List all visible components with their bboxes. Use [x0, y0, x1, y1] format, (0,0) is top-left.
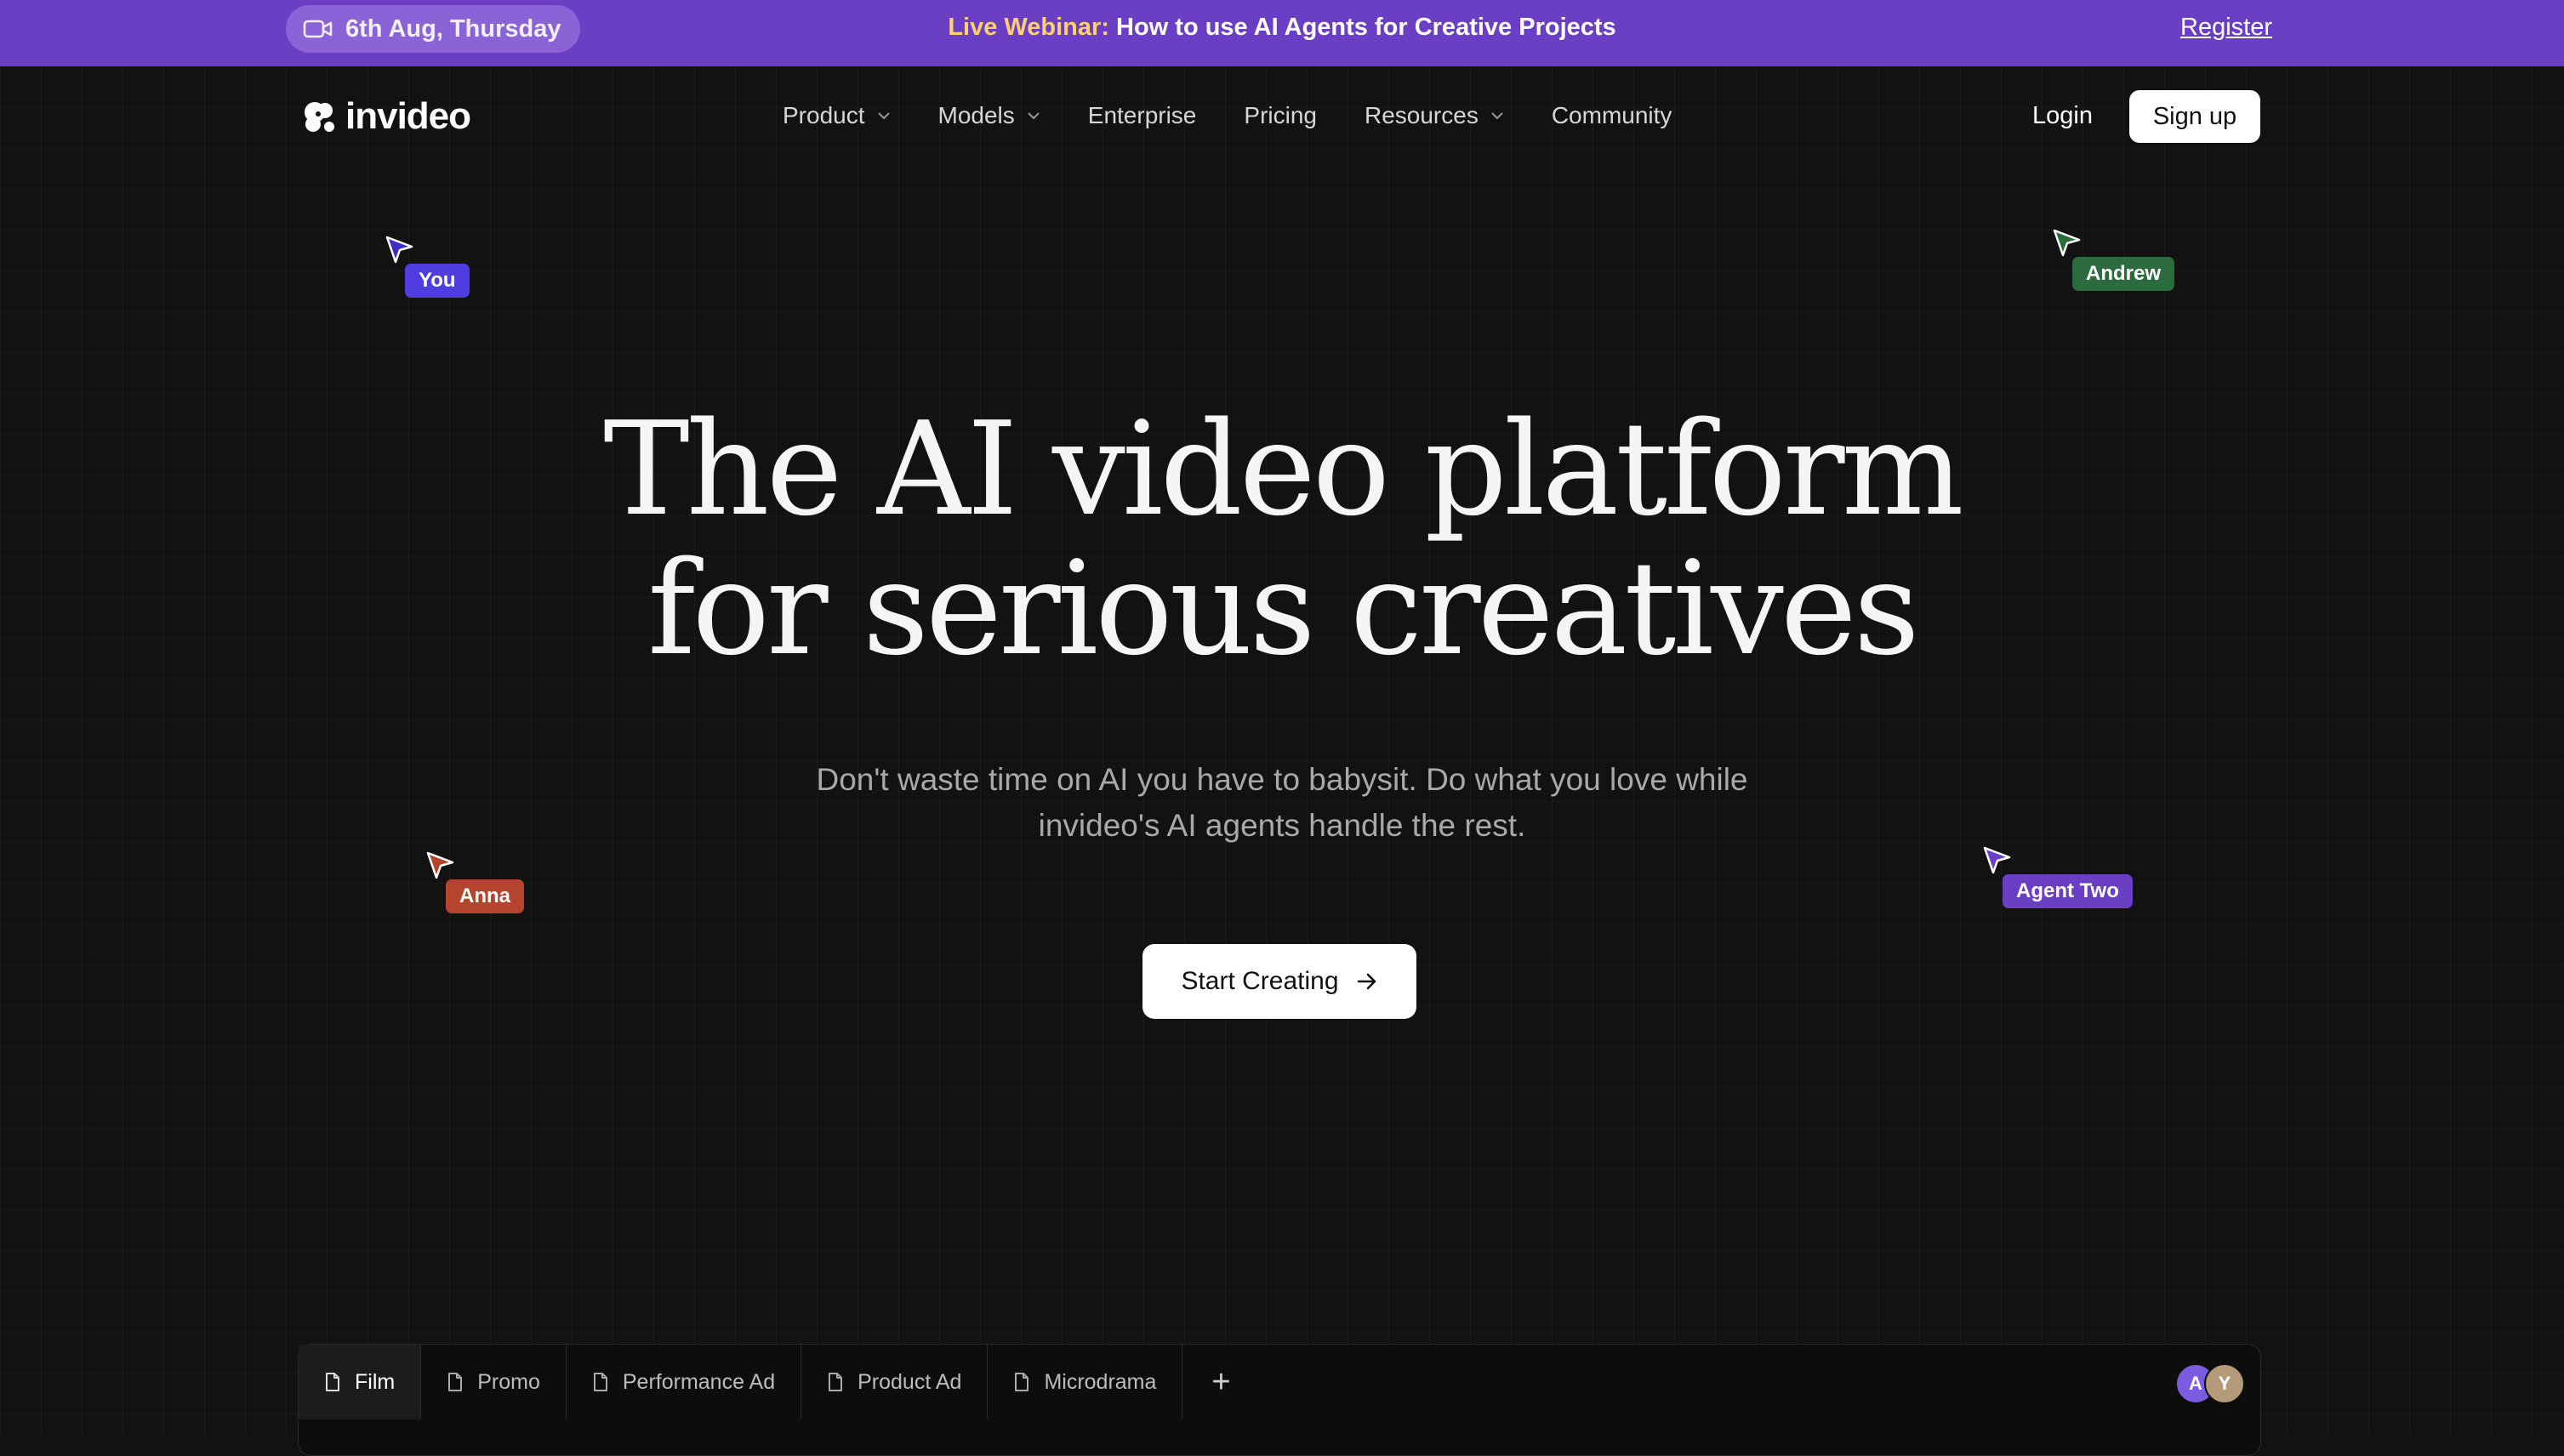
start-creating-label: Start Creating	[1181, 967, 1339, 995]
file-icon	[326, 1373, 339, 1391]
nav-pricing[interactable]: Pricing	[1244, 102, 1317, 129]
nav-enterprise[interactable]: Enterprise	[1088, 102, 1197, 129]
webinar-title: How to use AI Agents for Creative Projec…	[1116, 14, 1616, 41]
tab-film[interactable]: Film	[299, 1345, 422, 1419]
logo-text: invideo	[345, 95, 471, 137]
nav-enterprise-label: Enterprise	[1087, 102, 1197, 128]
headline-line-2: for serious creatives	[647, 533, 1920, 684]
subtitle-line-2: invideo's AI agents handle the rest.	[1038, 808, 1526, 843]
webinar-banner: 6th Aug, Thursday Live Webinar: How to u…	[0, 0, 2564, 66]
cursor-label-you: You	[405, 264, 470, 298]
cursor-agent-two: Agent Two	[1982, 845, 2133, 908]
cursor-label-andrew: Andrew	[2072, 257, 2175, 291]
tab-product-ad-label: Product Ad	[858, 1369, 962, 1394]
arrow-right-icon	[1357, 973, 1376, 990]
tab-product-ad[interactable]: Product Ad	[801, 1345, 989, 1419]
nav-community[interactable]: Community	[1552, 102, 1672, 129]
cursor-you: You	[385, 235, 470, 298]
headline-line-1: The AI video platform	[603, 394, 1963, 544]
nav-resources-label: Resources	[1364, 102, 1479, 128]
register-link[interactable]: Register	[2180, 14, 2272, 42]
invideo-logo-icon	[305, 102, 334, 132]
login-link[interactable]: Login	[2032, 102, 2093, 130]
pointer-arrow-icon	[385, 236, 413, 264]
file-icon	[448, 1373, 463, 1391]
hero-headline: The AI video platform for serious creati…	[0, 400, 2564, 679]
nav-models[interactable]: Models	[938, 102, 1040, 129]
subtitle-line-1: Don't waste time on AI you have to babys…	[816, 762, 1748, 797]
avatar[interactable]: Y	[2204, 1363, 2245, 1404]
nav-models-label: Models	[937, 102, 1015, 128]
template-tabs: Film Promo Performance Ad Product Ad Mic…	[298, 1344, 2261, 1456]
tab-promo-label: Promo	[477, 1369, 540, 1394]
collaborator-avatars: A Y	[2175, 1363, 2245, 1404]
pointer-arrow-icon	[426, 851, 454, 879]
webinar-announcement: Live Webinar: How to use AI Agents for C…	[0, 14, 2564, 42]
tab-performance-ad[interactable]: Performance Ad	[567, 1345, 802, 1419]
cursor-label-anna: Anna	[446, 879, 524, 913]
file-icon	[593, 1373, 607, 1391]
pointer-arrow-icon	[1983, 846, 2011, 874]
start-creating-button[interactable]: Start Creating	[1142, 944, 1416, 1019]
hero-subtitle: Don't waste time on AI you have to babys…	[0, 757, 2564, 849]
nav-community-label: Community	[1551, 102, 1672, 128]
nav-pricing-label: Pricing	[1244, 102, 1317, 128]
nav-product[interactable]: Product	[783, 102, 891, 129]
file-icon	[829, 1373, 843, 1391]
nav-resources[interactable]: Resources	[1365, 102, 1504, 129]
add-tab-button[interactable]: +	[1182, 1345, 1259, 1419]
tab-promo[interactable]: Promo	[421, 1345, 567, 1419]
chevron-down-icon	[877, 112, 890, 120]
grid-background	[0, 66, 2564, 1434]
signup-button[interactable]: Sign up	[2129, 90, 2260, 143]
invideo-logo[interactable]: invideo	[301, 95, 471, 138]
chevron-down-icon	[1028, 112, 1040, 120]
tab-microdrama-label: Microdrama	[1044, 1369, 1157, 1394]
cursor-andrew: Andrew	[2052, 228, 2175, 291]
tab-microdrama[interactable]: Microdrama	[988, 1345, 1183, 1419]
nav-product-label: Product	[783, 102, 865, 128]
file-icon	[1015, 1373, 1029, 1391]
tab-performance-ad-label: Performance Ad	[622, 1369, 776, 1394]
cursor-label-agent-two: Agent Two	[2003, 874, 2133, 908]
cursor-anna: Anna	[425, 850, 524, 913]
tab-film-label: Film	[355, 1369, 396, 1394]
chevron-down-icon	[1491, 112, 1503, 120]
main-nav: Product Models Enterprise Pricing Resour…	[783, 102, 1672, 129]
webinar-highlight: Live Webinar:	[948, 14, 1109, 41]
pointer-arrow-icon	[2053, 229, 2081, 257]
